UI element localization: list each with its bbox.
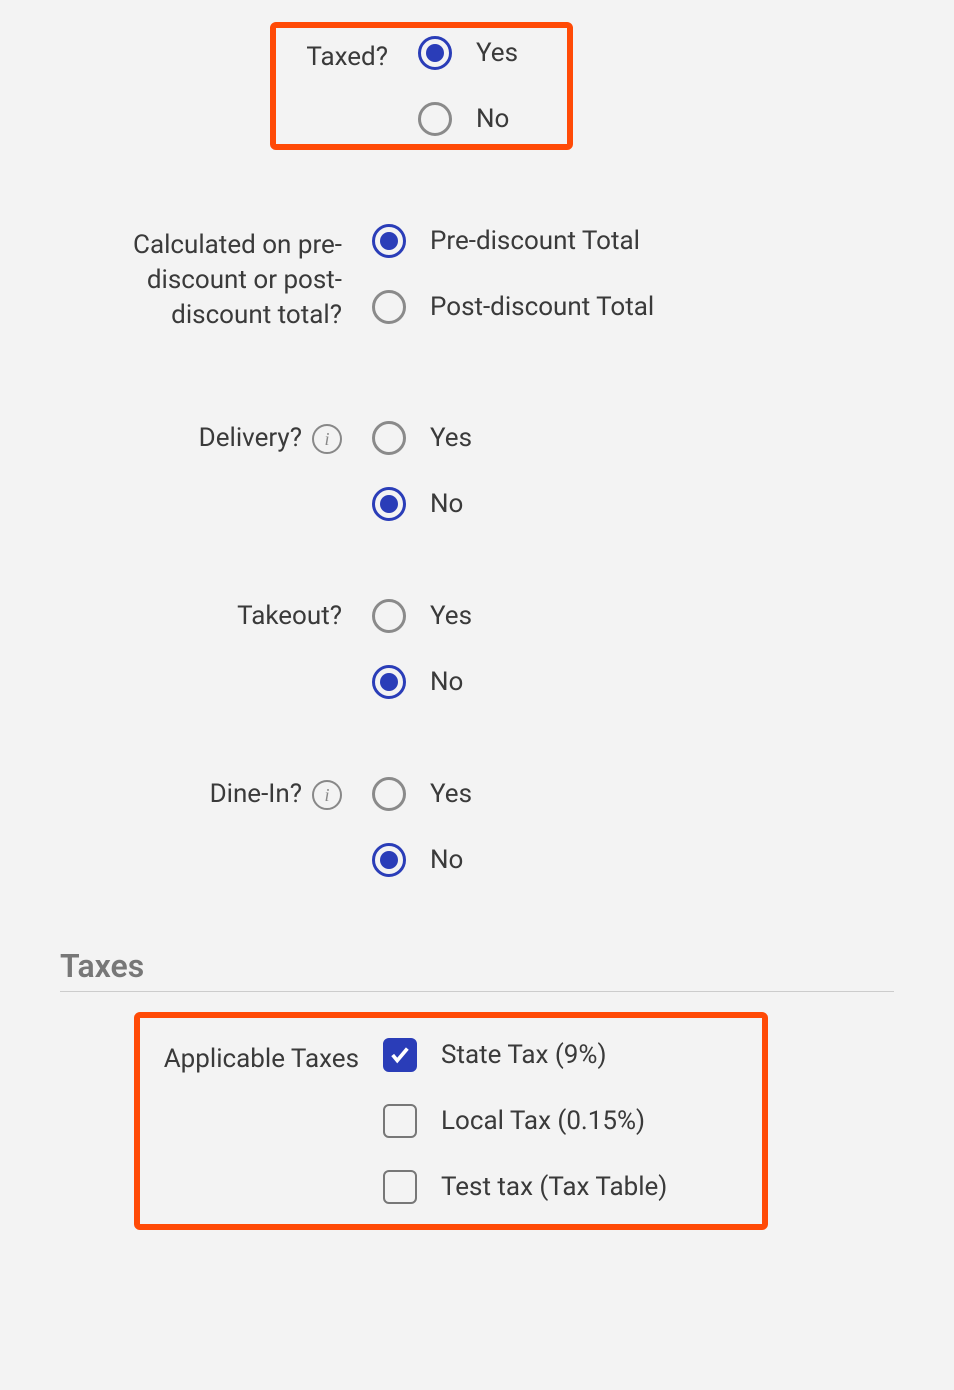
state-tax-checkbox[interactable]	[383, 1038, 417, 1072]
calc-field: Calculated on pre-discount or post-disco…	[60, 210, 894, 347]
dinein-label: Dine-In?	[210, 777, 302, 812]
info-icon[interactable]: i	[312, 780, 342, 810]
applicable-taxes-label: Applicable Taxes	[164, 1042, 359, 1077]
calc-label: Calculated on pre-discount or post-disco…	[72, 228, 342, 333]
test-tax-label: Test tax (Tax Table)	[441, 1172, 667, 1202]
calc-post-label: Post-discount Total	[430, 292, 654, 322]
dinein-no-label: No	[430, 845, 463, 875]
info-icon[interactable]: i	[312, 424, 342, 454]
applicable-taxes-field: Applicable Taxes State Tax (9%) Local Ta…	[134, 1012, 768, 1230]
delivery-no-label: No	[430, 489, 463, 519]
state-tax-label: State Tax (9%)	[441, 1040, 607, 1070]
calc-pre-radio[interactable]	[372, 224, 406, 258]
local-tax-checkbox[interactable]	[383, 1104, 417, 1138]
dinein-yes-label: Yes	[430, 779, 472, 809]
taxed-yes-label: Yes	[476, 38, 518, 68]
taxed-label: Taxed?	[306, 40, 388, 75]
delivery-no-radio[interactable]	[372, 487, 406, 521]
taxed-field: Taxed? Yes No	[270, 22, 573, 150]
delivery-field: Delivery? i Yes No	[60, 407, 894, 535]
takeout-yes-label: Yes	[430, 601, 472, 631]
takeout-no-label: No	[430, 667, 463, 697]
taxed-no-label: No	[476, 104, 509, 134]
delivery-yes-label: Yes	[430, 423, 472, 453]
taxed-no-radio[interactable]	[418, 102, 452, 136]
taxed-yes-radio[interactable]	[418, 36, 452, 70]
delivery-yes-radio[interactable]	[372, 421, 406, 455]
calc-pre-label: Pre-discount Total	[430, 226, 640, 256]
dinein-no-radio[interactable]	[372, 843, 406, 877]
taxes-section: Taxes Applicable Taxes State Tax (9%) Lo…	[60, 947, 894, 1230]
delivery-label: Delivery?	[199, 421, 302, 456]
takeout-label: Takeout?	[237, 599, 342, 634]
taxes-section-title: Taxes	[60, 947, 894, 992]
dinein-yes-radio[interactable]	[372, 777, 406, 811]
takeout-field: Takeout? Yes No	[60, 585, 894, 713]
takeout-yes-radio[interactable]	[372, 599, 406, 633]
calc-post-radio[interactable]	[372, 290, 406, 324]
local-tax-label: Local Tax (0.15%)	[441, 1106, 645, 1136]
dinein-field: Dine-In? i Yes No	[60, 763, 894, 891]
test-tax-checkbox[interactable]	[383, 1170, 417, 1204]
takeout-no-radio[interactable]	[372, 665, 406, 699]
